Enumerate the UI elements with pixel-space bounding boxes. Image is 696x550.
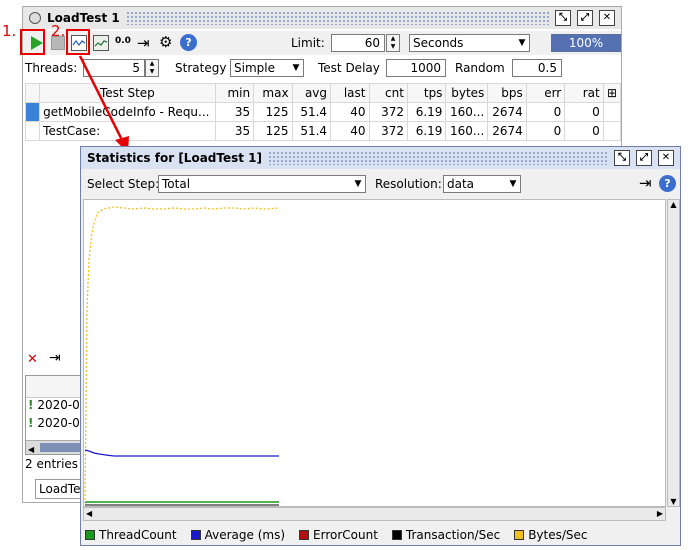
col-err[interactable]: err [525,83,566,103]
close-icon[interactable]: ✕ [658,150,674,166]
limit-input[interactable]: 60 [331,34,385,52]
statistics-table: Test Step min max avg last cnt tps bytes… [25,83,621,141]
loadtest-icon [29,12,41,24]
log-header [26,376,80,398]
success-icon: ! [28,416,34,430]
statistics-titlebar[interactable]: Statistics for [LoadTest 1] ⤡ ⤢ ✕ [81,147,680,169]
minimize-icon[interactable]: ⤡ [614,150,630,166]
minimize-icon[interactable]: ⤡ [555,10,571,26]
chevron-down-icon: ▼ [354,179,362,189]
legend-transaction-per-sec: Transaction/Sec [391,528,500,542]
threads-input[interactable]: 5 [83,59,145,77]
average-ms-line [84,449,279,457]
chevron-down-icon: ▼ [292,63,300,73]
resolution-dropdown[interactable]: data ▼ [443,175,521,193]
gear-icon[interactable]: ⚙ [159,33,172,51]
test-delay-input[interactable]: 1000 [386,59,446,77]
random-input[interactable]: 0.5 [512,59,562,77]
log-row[interactable]: ! 2020-0 [26,398,80,416]
statistics-grid: Test Step min max avg last cnt tps bytes… [25,83,621,141]
statistics-title: Statistics for [LoadTest 1] [87,151,262,165]
col-bps[interactable]: bps [487,83,527,103]
col-last[interactable]: last [330,83,370,103]
table-row[interactable]: getMobileCodeInfo - Requ... 35 125 51.4 … [25,102,621,122]
legend-thread-count: ThreadCount [85,528,177,542]
progress-bar: 100% [551,34,621,52]
export-icon[interactable]: ⇥ [639,174,652,192]
random-label: Random [455,61,505,75]
maximize-icon[interactable]: ⤢ [577,10,593,26]
annotation-step-1: 1. [2,22,17,40]
success-icon: ! [28,398,34,412]
log-hscrollbar[interactable]: ◀ [26,440,80,454]
thread-count-line [84,501,279,504]
resolution-label: Resolution: [375,177,442,191]
test-delay-label: Test Delay [318,61,380,75]
log-table: ! 2020-0 ! 2020-0 ◀ [25,375,81,455]
chevron-down-icon: ▼ [518,38,526,48]
column-chooser-icon[interactable]: ⊞ [602,83,621,103]
close-icon[interactable]: ✕ [599,10,615,26]
bottom-tab[interactable]: LoadTest [35,479,81,499]
select-step-label: Select Step: [87,177,160,191]
legend-average-ms: Average (ms) [190,528,285,542]
titlebar-grip [268,151,608,165]
loadtest-toolbar: 0.0 ⇥ ⚙ ? Limit: 60 ▲ ▼ Seconds ▼ 100% [23,31,621,55]
strategy-label: Strategy [175,61,227,75]
help-icon[interactable]: ? [180,34,197,51]
annotation-box-statistics [66,29,90,55]
maximize-icon[interactable]: ⤢ [636,150,652,166]
annotation-step-2: 2. [51,22,66,40]
col-tps[interactable]: tps [406,83,447,103]
statistics-chart [83,199,666,507]
legend-swatch [190,530,201,540]
history-graph-icon [94,40,108,47]
limit-unit-select[interactable]: Seconds ▼ [409,34,530,52]
col-test-step[interactable]: Test Step [39,83,216,103]
col-cnt[interactable]: cnt [368,83,408,103]
col-min[interactable]: min [214,83,255,103]
log-row[interactable]: ! 2020-0 [26,416,80,434]
legend-swatch [514,530,525,540]
reset-icon[interactable]: 0.0 [115,36,131,46]
statistics-toolbar: Select Step: Total ▼ Resolution: data ▼ ⇥ … [81,173,680,197]
limit-spinner[interactable]: ▲ ▼ [386,34,400,52]
export-icon[interactable]: ⇥ [137,34,150,52]
threads-label: Threads: [25,61,78,75]
statistics-window: Statistics for [LoadTest 1] ⤡ ⤢ ✕ Select… [80,146,681,546]
legend-bytes-per-sec: Bytes/Sec [514,528,588,542]
help-icon[interactable]: ? [659,175,676,192]
export-log-icon[interactable]: ⇥ [49,350,61,366]
col-avg[interactable]: avg [291,83,332,103]
chart-hscrollbar[interactable]: ◀ ▶ [83,507,666,521]
loadtest-titlebar[interactable]: LoadTest 1 ⤡ ⤢ ✕ [23,7,621,29]
annotation-box-run [20,29,45,55]
chevron-down-icon: ▼ [509,179,517,189]
table-header-row: Test Step min max avg last cnt tps bytes… [25,83,621,103]
limit-label: Limit: [291,36,325,50]
strategy-select[interactable]: Simple ▼ [230,59,304,77]
chart-legend: ThreadCount Average (ms) ErrorCount Tran… [85,526,675,544]
col-max[interactable]: max [253,83,293,103]
legend-swatch [391,530,402,540]
chart-vscrollbar[interactable]: ▲ ▼ [667,199,680,507]
legend-swatch [299,530,310,540]
col-rat[interactable]: rat [564,83,604,103]
titlebar-grip [125,11,549,25]
legend-swatch [85,530,95,540]
select-step-dropdown[interactable]: Total ▼ [158,175,366,193]
chart-svg [84,206,280,506]
table-row[interactable]: TestCase: 35 125 51.4 40 372 6.19 160...… [25,121,621,141]
col-bytes[interactable]: bytes [445,83,489,103]
threads-spinner[interactable]: ▲ ▼ [145,59,159,77]
options-row: Threads: 5 ▲ ▼ Strategy Simple ▼ Test Dela… [23,57,621,81]
legend-error-count: ErrorCount [299,528,378,542]
clear-log-icon[interactable]: ✕ [27,352,38,367]
progress-fill: 100% [552,35,620,51]
statistics-history-button[interactable] [93,35,109,51]
entries-count: 2 entries [25,457,79,471]
